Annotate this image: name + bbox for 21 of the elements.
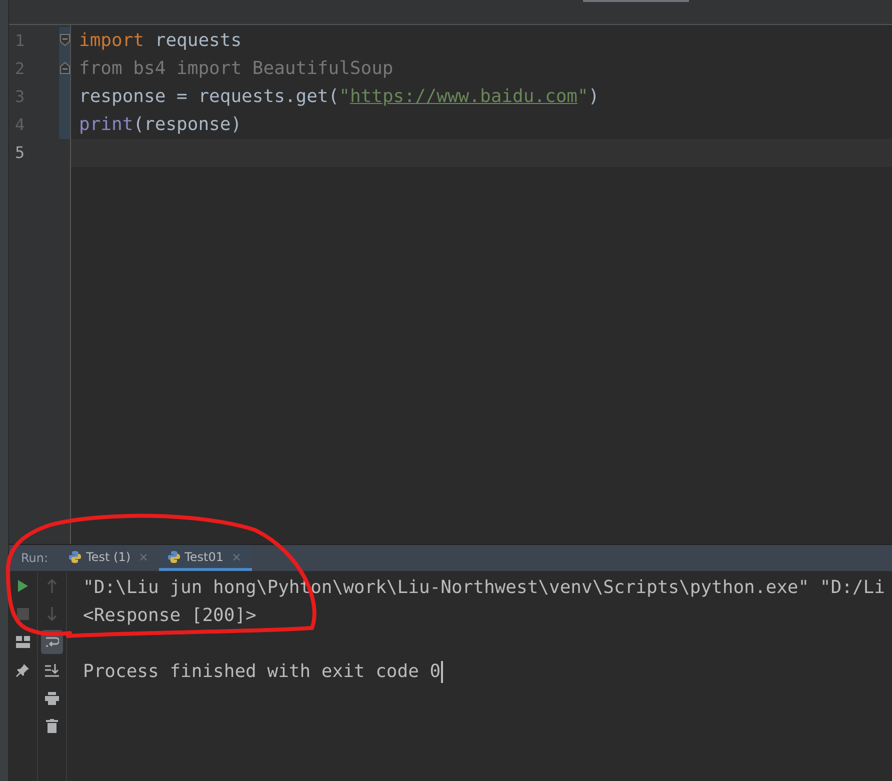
wrap-icon[interactable] — [45, 636, 59, 648]
code-line: import requests — [78, 29, 243, 53]
code-line: response = requests.get("https://www.baidu.com") — [78, 85, 600, 109]
pin-icon[interactable] — [16, 663, 30, 677]
trash-icon[interactable] — [46, 719, 58, 733]
fold-icon[interactable] — [60, 34, 70, 46]
run-label: Run: — [21, 551, 48, 565]
line-number: 5 — [14, 142, 26, 164]
console-output: <Response [200]> — [83, 604, 256, 628]
fold-icon[interactable] — [60, 62, 70, 74]
code-line: from bs4 import BeautifulSoup — [78, 57, 394, 81]
code-line: print(response) — [78, 113, 243, 137]
python-icon — [68, 550, 82, 564]
python-icon — [166, 550, 181, 564]
scroll-to-end-icon[interactable] — [45, 664, 59, 676]
run-tab[interactable]: Test (1) × — [60, 545, 159, 571]
console-output: Process finished with exit code 0 — [83, 660, 443, 685]
run-icon[interactable] — [17, 579, 29, 593]
print-icon[interactable] — [45, 692, 59, 704]
layout-icon[interactable] — [16, 636, 30, 648]
run-tab[interactable]: Test01 × — [158, 545, 252, 571]
